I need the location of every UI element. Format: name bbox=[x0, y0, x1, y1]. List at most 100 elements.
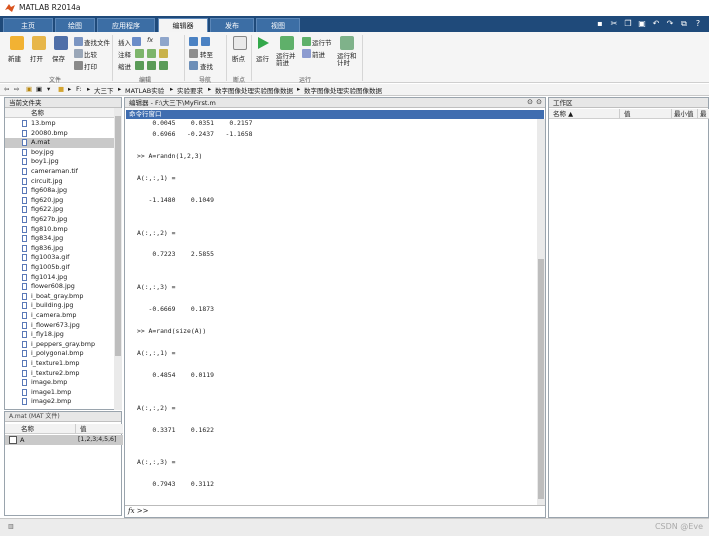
list-item[interactable]: fig836.jpg bbox=[5, 244, 115, 254]
list-item[interactable]: fig1005b.gif bbox=[5, 263, 115, 273]
help-icon[interactable]: ? bbox=[691, 18, 705, 30]
open-folder-icon[interactable] bbox=[32, 36, 46, 50]
workspace-col-max[interactable]: 最大值 bbox=[697, 109, 709, 119]
list-item[interactable]: 20080.bmp bbox=[5, 129, 115, 139]
workspace-col-name[interactable]: 名称 ▲ bbox=[549, 109, 619, 119]
run-advance-icon[interactable] bbox=[280, 36, 294, 50]
tab-home[interactable]: 主页 bbox=[3, 18, 53, 32]
indent-button[interactable]: 缩进 bbox=[118, 61, 131, 71]
list-item[interactable]: i_flower673.jpg bbox=[5, 321, 115, 331]
new-button[interactable]: 新建 bbox=[8, 53, 21, 63]
copy-icon[interactable]: ❐ bbox=[621, 18, 635, 30]
indent-increase-icon[interactable] bbox=[147, 61, 156, 70]
new-icon[interactable] bbox=[10, 36, 24, 50]
breadcrumb-item[interactable]: MATLAB实验 bbox=[125, 85, 164, 95]
list-item[interactable]: i_texture1.bmp bbox=[5, 359, 115, 369]
find-button[interactable]: 查找 bbox=[200, 61, 213, 71]
list-item[interactable]: fig608a.jpg bbox=[5, 186, 115, 196]
value-column-header[interactable]: 值 bbox=[75, 424, 123, 434]
list-item[interactable]: image.bmp bbox=[5, 378, 115, 388]
workspace-col-value[interactable]: 值 bbox=[619, 109, 671, 119]
insert-section-icon[interactable] bbox=[132, 37, 141, 46]
compare-button[interactable]: 比较 bbox=[84, 49, 97, 59]
run-play-icon[interactable] bbox=[256, 36, 270, 50]
breakpoints-button[interactable]: 断点 bbox=[232, 53, 245, 63]
back-icon[interactable]: ⇦ bbox=[4, 85, 9, 93]
smart-indent-icon[interactable] bbox=[135, 61, 144, 70]
fx-button[interactable]: fx bbox=[147, 36, 153, 44]
comment-percent-icon[interactable] bbox=[135, 49, 144, 58]
wrap-comment-icon[interactable] bbox=[159, 49, 168, 58]
breadcrumb-item[interactable]: 实验要求 bbox=[177, 85, 203, 95]
command-prompt[interactable]: fx >> bbox=[125, 505, 545, 517]
run-and-time-icon[interactable] bbox=[340, 36, 354, 50]
list-item[interactable]: circuit.jpg bbox=[5, 177, 115, 187]
print-button[interactable]: 打印 bbox=[84, 61, 97, 71]
list-item[interactable]: fig1014.jpg bbox=[5, 273, 115, 283]
list-item[interactable]: boy1.jpg bbox=[5, 157, 115, 167]
table-row[interactable]: A [1,2,3;4,5,6] bbox=[5, 435, 123, 445]
uncomment-icon[interactable] bbox=[147, 49, 156, 58]
tab-plots[interactable]: 绘图 bbox=[55, 18, 95, 32]
list-item[interactable]: fig620.jpg bbox=[5, 196, 115, 206]
editor-tab[interactable]: 编辑器 - F:\大三下\MyFirst.m bbox=[125, 98, 545, 108]
scroll-thumb[interactable] bbox=[538, 259, 544, 499]
switch-windows-icon[interactable]: ⧉ bbox=[677, 18, 691, 30]
panel-actions-icon[interactable]: ⊙ bbox=[536, 98, 542, 106]
scrollbar[interactable] bbox=[114, 108, 122, 410]
name-column-header[interactable]: 名称 bbox=[5, 108, 115, 118]
list-item[interactable]: fig810.bmp bbox=[5, 225, 115, 235]
breadcrumb-item[interactable]: 数字图像处理实验图像数据 bbox=[215, 85, 293, 95]
indent-decrease-icon[interactable] bbox=[159, 61, 168, 70]
list-item[interactable]: i_boat_gray.bmp bbox=[5, 292, 115, 302]
redo-icon[interactable]: ↷ bbox=[663, 18, 677, 30]
advance-button[interactable]: 前进 bbox=[312, 49, 325, 59]
list-item[interactable]: i_building.jpg bbox=[5, 301, 115, 311]
breakpoint-icon[interactable] bbox=[233, 36, 247, 50]
forward-arrow-icon[interactable] bbox=[201, 37, 210, 46]
workspace-col-min[interactable]: 最小值 bbox=[671, 109, 697, 119]
tab-view[interactable]: 视图 bbox=[256, 18, 300, 32]
list-item[interactable]: i_polygonal.bmp bbox=[5, 349, 115, 359]
scrollbar[interactable] bbox=[537, 119, 545, 507]
find-files-button[interactable]: 查找文件 bbox=[84, 37, 110, 47]
run-and-advance-button[interactable]: 运行并前进 bbox=[276, 53, 300, 67]
list-item[interactable]: flower608.jpg bbox=[5, 282, 115, 292]
list-item[interactable]: fig834.jpg bbox=[5, 234, 115, 244]
list-item[interactable]: image2.bmp bbox=[5, 397, 115, 407]
paste-icon[interactable]: ▣ bbox=[635, 18, 649, 30]
list-item[interactable]: cameraman.tif bbox=[5, 167, 115, 177]
insert-button[interactable]: 插入 bbox=[118, 37, 131, 47]
forward-icon[interactable]: ⇨ bbox=[14, 85, 19, 93]
panel-options-icon[interactable]: ⊙ bbox=[527, 98, 533, 106]
list-item[interactable]: i_fly18.jpg bbox=[5, 330, 115, 340]
comment-button[interactable]: 注释 bbox=[118, 49, 131, 59]
run-and-time-button[interactable]: 运行和计时 bbox=[337, 53, 359, 67]
up-folder-icon[interactable]: ▣ bbox=[26, 85, 32, 93]
browse-icon[interactable]: ▣ bbox=[36, 85, 42, 93]
list-item[interactable]: 13.bmp bbox=[5, 119, 115, 129]
goto-button[interactable]: 转至 bbox=[200, 49, 213, 59]
cut-icon[interactable]: ✂ bbox=[607, 18, 621, 30]
dropdown-icon[interactable]: ▾ bbox=[47, 85, 50, 93]
undo-icon[interactable]: ↶ bbox=[649, 18, 663, 30]
save-button[interactable]: 保存 bbox=[52, 53, 65, 63]
scroll-thumb[interactable] bbox=[115, 116, 121, 356]
list-item[interactable]: i_camera.bmp bbox=[5, 311, 115, 321]
tab-publish[interactable]: 发布 bbox=[210, 18, 254, 32]
run-section-button[interactable]: 运行节 bbox=[312, 37, 332, 47]
list-item[interactable]: i_texture2.bmp bbox=[5, 369, 115, 379]
back-arrow-icon[interactable] bbox=[189, 37, 198, 46]
list-item[interactable]: fig1003a.gif bbox=[5, 253, 115, 263]
save-disk-icon[interactable] bbox=[54, 36, 68, 50]
breadcrumb-item[interactable]: F: bbox=[76, 85, 81, 93]
list-item[interactable]: image1.bmp bbox=[5, 388, 115, 398]
tab-editor[interactable]: 编辑器 bbox=[158, 18, 208, 32]
breadcrumb-item[interactable]: 数字图像处理实验图像数据 bbox=[304, 85, 382, 95]
list-item[interactable]: A.mat bbox=[5, 138, 115, 148]
list-item[interactable]: i_peppers_gray.bmp bbox=[5, 340, 115, 350]
list-item[interactable]: fig622.jpg bbox=[5, 205, 115, 215]
function-icon[interactable] bbox=[160, 37, 169, 46]
save-icon[interactable]: ▪ bbox=[593, 18, 607, 30]
open-button[interactable]: 打开 bbox=[30, 53, 43, 63]
